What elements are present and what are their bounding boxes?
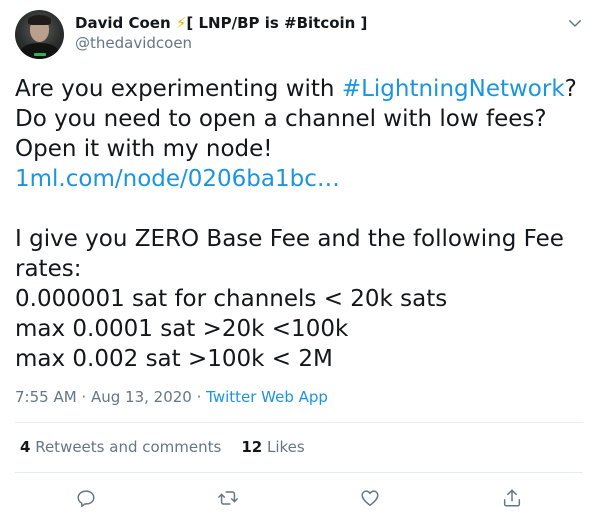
tweet-time[interactable]: 7:55 AM xyxy=(15,388,77,406)
divider-top xyxy=(15,422,583,423)
likes-label: Likes xyxy=(262,438,305,456)
tweet-line-6: rates: xyxy=(15,256,82,282)
avatar-shirt-logo xyxy=(34,53,46,56)
tweet-text: Are you experimenting with #LightningNet… xyxy=(15,74,585,374)
reply-icon[interactable] xyxy=(75,487,97,509)
tweet-source[interactable]: Twitter Web App xyxy=(206,388,328,406)
tweet-line-2: Do you need to open a channel with low f… xyxy=(15,106,547,132)
tweet-line-3: Open it with my node! xyxy=(15,136,273,162)
tweet-line-1-text: Are you experimenting with xyxy=(15,76,342,102)
likes-count: 12 xyxy=(241,438,263,456)
tweet-line-1-end: ? xyxy=(564,76,577,102)
retweet-icon[interactable] xyxy=(217,487,239,509)
avatar[interactable] xyxy=(15,10,64,59)
tweet-stats: 4 Retweets and comments 12 Likes xyxy=(20,437,305,457)
share-icon[interactable] xyxy=(501,487,523,509)
tweet-line-1: Are you experimenting with #LightningNet… xyxy=(15,74,585,104)
meta-separator-2: · xyxy=(191,388,207,406)
author-handle[interactable]: @thedavidcoen xyxy=(75,33,192,53)
avatar-shirt xyxy=(20,43,59,59)
avatar-hair xyxy=(28,15,51,25)
tweet-card: David Coen ⚡[ LNP/BP is #Bitcoin ] @thed… xyxy=(0,0,598,522)
tweet-line-4: 1ml.com/node/0206ba1bc… xyxy=(15,164,585,194)
divider-bottom xyxy=(15,472,583,473)
tweet-line-7: 0.000001 sat for channels < 20k sats xyxy=(15,286,448,312)
tweet-meta: 7:55 AM · Aug 13, 2020 · Twitter Web App xyxy=(15,387,328,407)
like-icon[interactable] xyxy=(359,487,381,509)
author-name[interactable]: David Coen ⚡[ LNP/BP is #Bitcoin ] xyxy=(75,13,367,33)
tweet-date[interactable]: Aug 13, 2020 xyxy=(91,388,192,406)
hashtag-link[interactable]: #LightningNetwork xyxy=(342,76,565,102)
retweets-label: Retweets and comments xyxy=(30,438,222,456)
author-name-suffix: [ LNP/BP is #Bitcoin ] xyxy=(186,14,368,32)
likes-stat[interactable]: 12 Likes xyxy=(241,438,304,456)
lightning-bolt-icon: ⚡ xyxy=(175,14,187,32)
tweet-line-8: max 0.0001 sat >20k <100k xyxy=(15,316,349,342)
tweet-line-9: max 0.002 sat >100k < 2M xyxy=(15,346,333,372)
author-name-text: David Coen xyxy=(75,14,171,32)
meta-separator: · xyxy=(76,388,91,406)
retweets-count: 4 xyxy=(20,438,31,456)
tweet-line-5: I give you ZERO Base Fee and the followi… xyxy=(15,226,564,252)
node-link[interactable]: 1ml.com/node/0206ba1bc… xyxy=(15,166,340,192)
retweets-stat[interactable]: 4 Retweets and comments xyxy=(20,438,221,456)
chevron-down-icon[interactable] xyxy=(566,14,584,32)
